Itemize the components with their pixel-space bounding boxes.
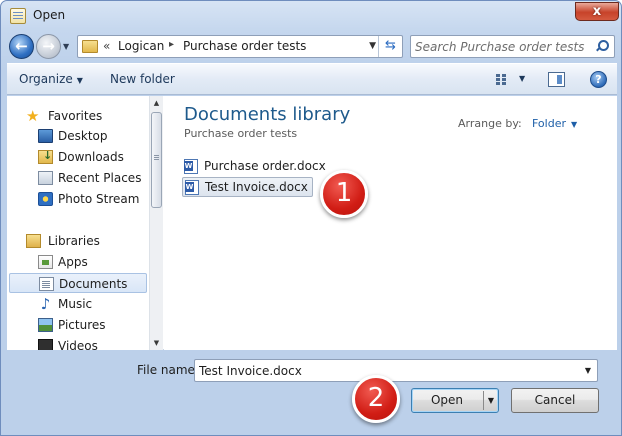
search-icon[interactable] <box>595 40 609 53</box>
sidebar-item-videos[interactable]: Videos <box>7 336 147 350</box>
library-title: Documents library <box>184 104 351 125</box>
close-button[interactable]: x <box>575 2 619 21</box>
navigation-pane: ★ Favorites Desktop Downloads Recent Pla… <box>7 96 163 350</box>
libraries-icon <box>26 234 41 248</box>
chevron-down-icon: ▼ <box>571 120 578 129</box>
arrange-by-label: Arrange by: <box>458 117 522 130</box>
file-name: Test Invoice.docx <box>205 180 308 194</box>
help-icon[interactable]: ? <box>590 71 607 88</box>
address-bar[interactable]: « Logican ▸ Purchase order tests ▼ ⇆ <box>77 35 403 58</box>
sidebar-item-label: Pictures <box>58 318 106 332</box>
folder-icon <box>82 40 98 53</box>
navigation-scrollbar[interactable]: ▲ ▼ <box>149 96 163 350</box>
videos-icon <box>38 339 53 350</box>
refresh-button[interactable]: ⇆ <box>378 36 402 57</box>
sidebar-item-label: Apps <box>58 255 88 269</box>
organize-button[interactable]: Organize ▼ <box>19 72 83 86</box>
sidebar-item-label: Libraries <box>48 234 100 248</box>
command-bar: Organize ▼ New folder ▼ ? <box>7 63 617 95</box>
arrange-by-value: Folder <box>532 117 566 130</box>
chevron-down-icon: ▼ <box>63 42 70 51</box>
file-item-purchase-order[interactable]: Purchase order.docx <box>182 157 330 177</box>
new-folder-button[interactable]: New folder <box>110 72 175 86</box>
sidebar-item-desktop[interactable]: Desktop <box>7 126 147 146</box>
sidebar-item-label: Desktop <box>58 129 108 143</box>
scrollbar-thumb[interactable] <box>151 112 162 208</box>
preview-pane-icon[interactable] <box>548 72 565 87</box>
sidebar-item-label: Downloads <box>58 150 124 164</box>
documents-icon <box>39 277 54 291</box>
file-list-pane: Documents library Purchase order tests A… <box>164 96 617 350</box>
step-1-badge: 1 <box>320 170 368 218</box>
scroll-down-icon[interactable]: ▼ <box>150 336 163 350</box>
arrange-by-dropdown[interactable]: Folder ▼ <box>532 117 577 130</box>
file-item-test-invoice[interactable]: Test Invoice.docx <box>182 177 313 197</box>
music-icon: ♪ <box>40 295 51 313</box>
view-options-dropdown[interactable]: ▼ <box>519 74 525 83</box>
dialog-icon <box>10 8 26 24</box>
sidebar-item-photo-stream[interactable]: Photo Stream <box>7 189 147 209</box>
sidebar-item-label: Music <box>58 297 93 311</box>
address-dropdown-icon[interactable]: ▼ <box>369 41 376 51</box>
chevron-down-icon[interactable]: ▼ <box>585 366 591 375</box>
recent-places-icon <box>38 171 53 185</box>
sidebar-item-libraries[interactable]: Libraries <box>7 231 147 251</box>
sidebar-item-downloads[interactable]: Downloads <box>7 147 147 167</box>
recent-locations-button[interactable]: ▼ <box>63 42 73 52</box>
sidebar-item-documents[interactable]: Documents <box>9 273 147 293</box>
photo-stream-icon <box>38 192 53 206</box>
pictures-icon <box>38 318 53 332</box>
sidebar-item-label: Recent Places <box>58 171 142 185</box>
forward-arrow-icon: → <box>42 37 55 55</box>
sidebar-item-label: Documents <box>59 277 128 291</box>
file-name-label: File name: <box>137 363 199 377</box>
sidebar-item-recent-places[interactable]: Recent Places <box>7 168 147 188</box>
search-input[interactable] <box>415 38 585 55</box>
sidebar-item-label: Favorites <box>48 109 103 123</box>
navigation-bar: ← → ▼ « Logican ▸ Purchase order tests ▼… <box>1 31 621 61</box>
address-overflow-chevron[interactable]: « <box>103 39 110 53</box>
desktop-icon <box>38 129 53 143</box>
word-document-icon <box>185 180 199 195</box>
title-bar: Open x <box>1 1 621 31</box>
open-button[interactable]: Open ▼ <box>411 388 499 413</box>
open-options-dropdown[interactable]: ▼ <box>483 391 498 410</box>
main-area: ★ Favorites Desktop Downloads Recent Pla… <box>7 96 617 350</box>
breadcrumb-logican[interactable]: Logican <box>118 39 164 53</box>
open-dialog: Open x ← → ▼ « Logican ▸ Purchase order … <box>0 0 622 436</box>
sidebar-item-music[interactable]: ♪ Music <box>7 294 147 314</box>
organize-label: Organize <box>19 72 73 86</box>
star-icon: ★ <box>26 107 40 125</box>
sidebar-item-apps[interactable]: Apps <box>7 252 147 272</box>
search-box[interactable] <box>410 35 615 58</box>
scroll-up-icon[interactable]: ▲ <box>150 96 163 110</box>
change-view-icon[interactable] <box>496 74 510 86</box>
cancel-button[interactable]: Cancel <box>511 388 599 413</box>
breadcrumb-separator-icon[interactable]: ▸ <box>169 39 174 50</box>
chevron-down-icon: ▼ <box>76 76 83 85</box>
refresh-icon: ⇆ <box>385 38 396 53</box>
open-button-label: Open <box>430 393 464 407</box>
word-document-icon <box>184 159 198 174</box>
step-2-badge: 2 <box>352 375 400 423</box>
file-name: Purchase order.docx <box>204 159 326 173</box>
forward-button[interactable]: → <box>36 34 61 59</box>
downloads-icon <box>38 149 53 164</box>
sidebar-item-pictures[interactable]: Pictures <box>7 315 147 335</box>
library-subtitle: Purchase order tests <box>184 127 298 140</box>
window-title: Open <box>33 8 66 22</box>
breadcrumb-purchase-order-tests[interactable]: Purchase order tests <box>183 39 306 53</box>
sidebar-item-label: Videos <box>58 339 98 350</box>
sidebar-item-label: Photo Stream <box>58 192 140 206</box>
back-button[interactable]: ← <box>9 34 34 59</box>
sidebar-item-favorites[interactable]: ★ Favorites <box>7 106 147 126</box>
file-name-combobox[interactable]: ▼ <box>194 359 598 382</box>
back-arrow-icon: ← <box>15 37 28 55</box>
apps-icon <box>38 255 53 269</box>
